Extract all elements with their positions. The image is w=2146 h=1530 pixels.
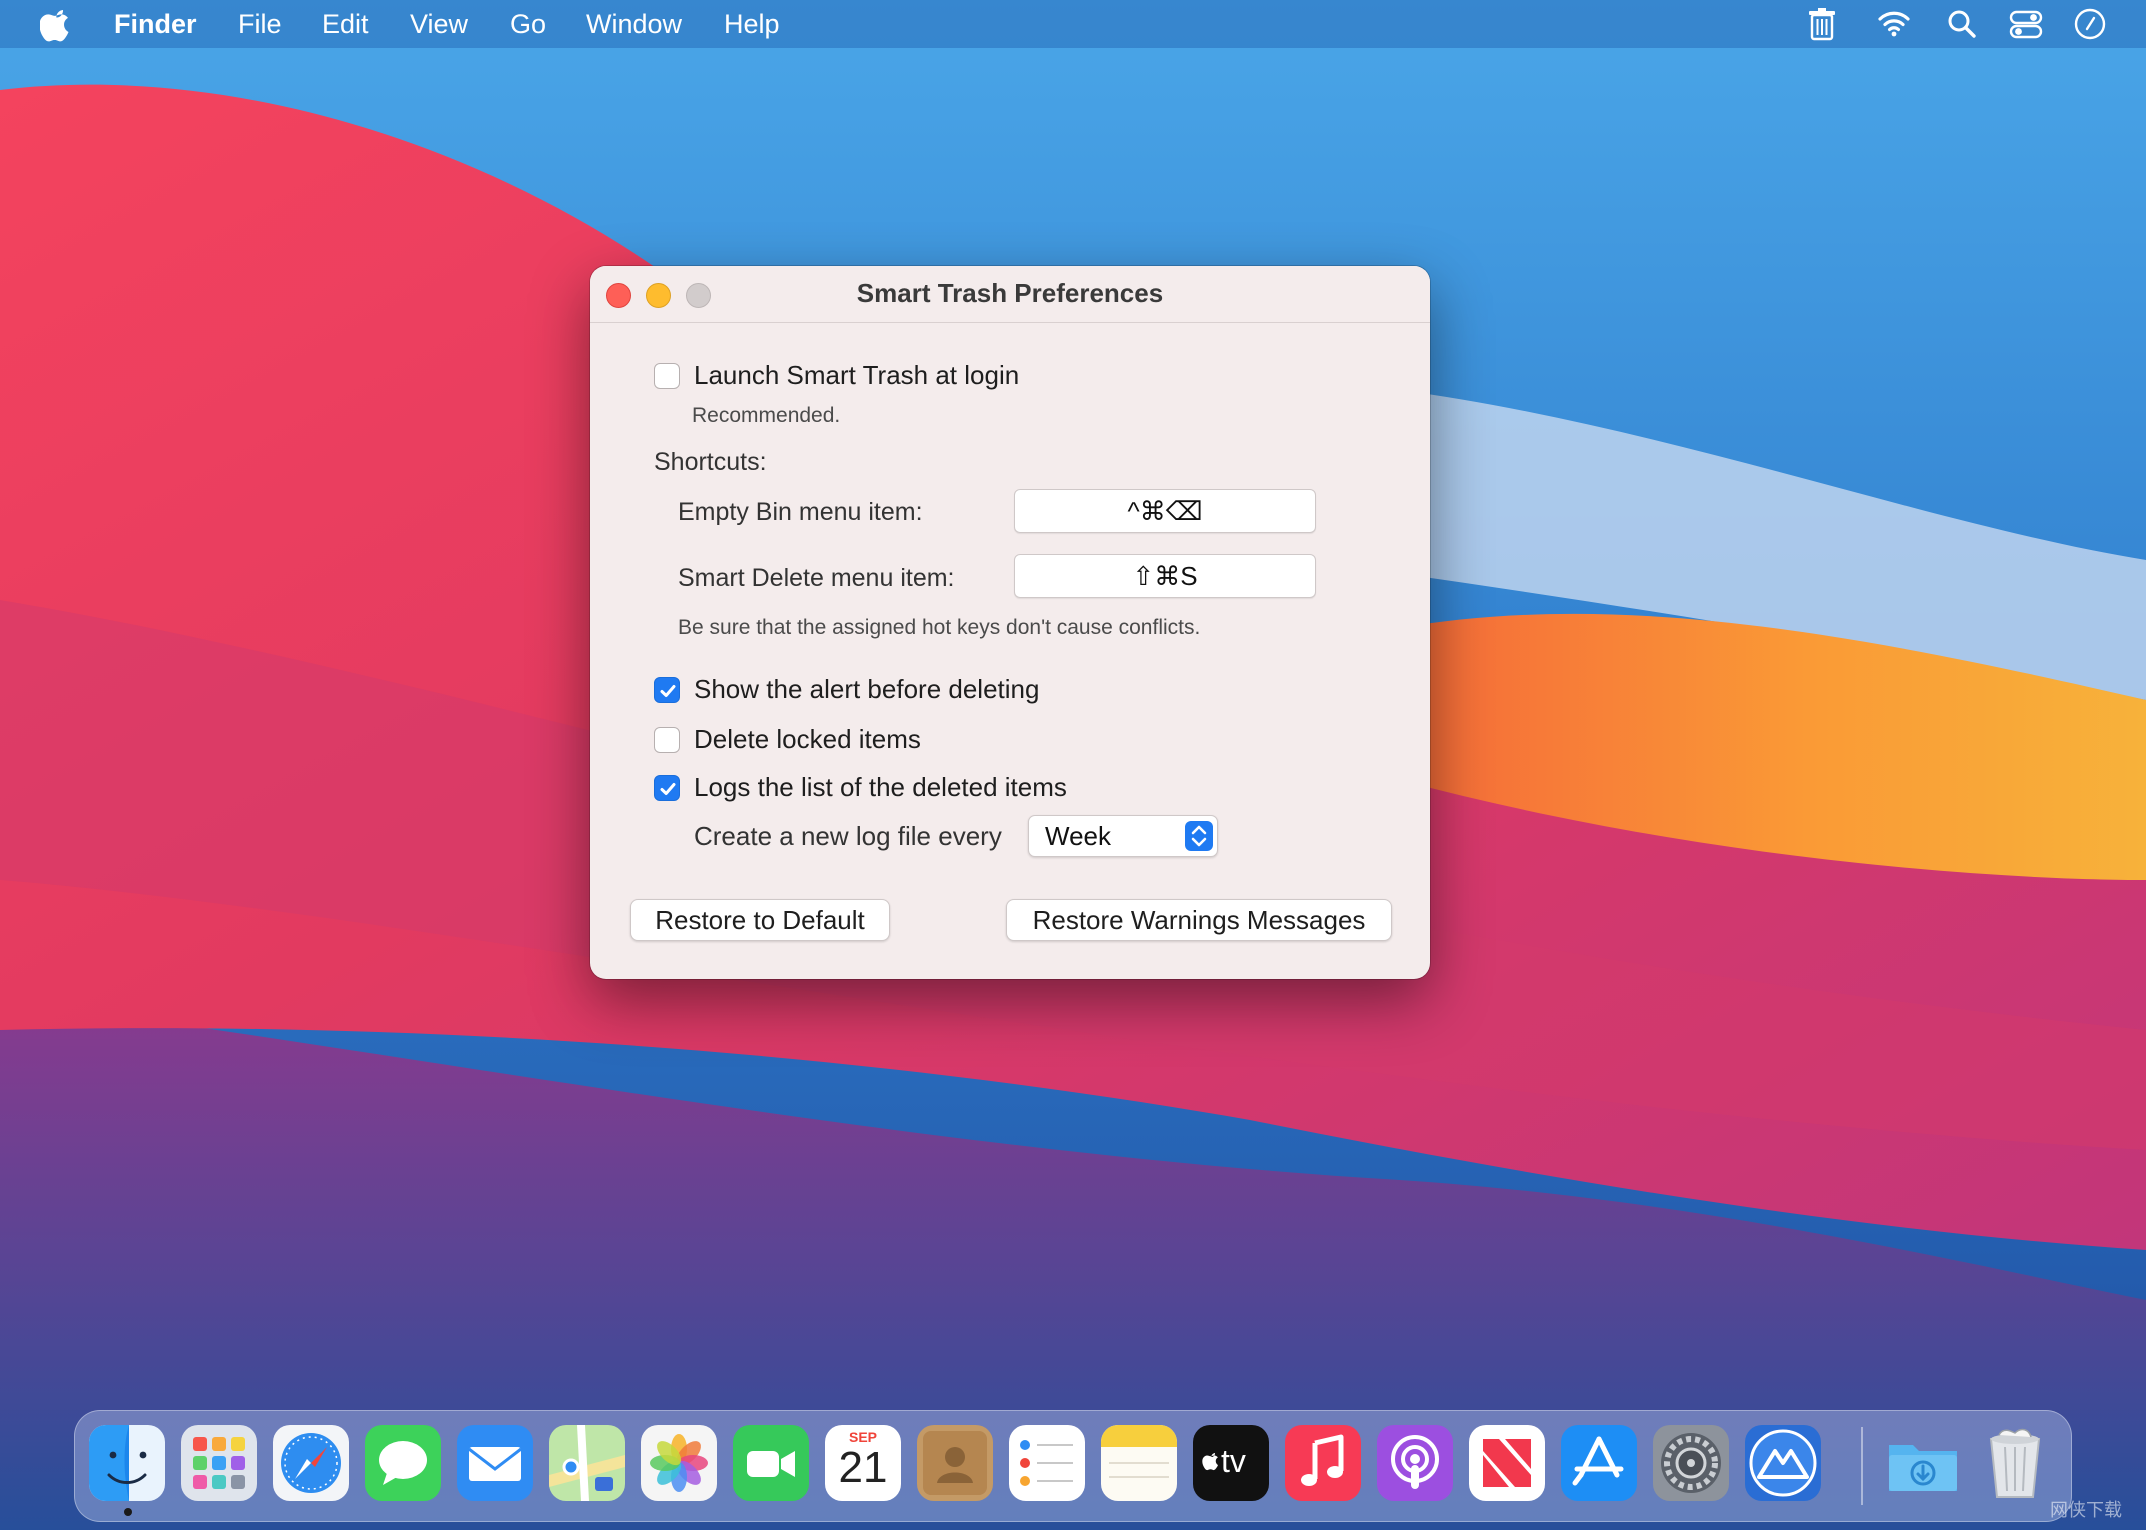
log-frequency-value: Week (1045, 821, 1111, 851)
downloads-folder-dock-icon[interactable] (1885, 1425, 1961, 1501)
watermark: 网侠下载 (2050, 1500, 2122, 1520)
facetime-dock-icon[interactable] (733, 1425, 809, 1501)
checkmark-icon (660, 685, 676, 697)
menu-window[interactable]: Window (586, 9, 682, 40)
preferences-window: Smart Trash Preferences Launch Smart Tra… (590, 266, 1430, 979)
notes-dock-icon[interactable] (1101, 1425, 1177, 1501)
music-dock-icon[interactable] (1285, 1425, 1361, 1501)
calendar-day: 21 (838, 1443, 888, 1492)
dock-separator (1861, 1427, 1863, 1505)
messages-dock-icon[interactable] (365, 1425, 441, 1501)
log-frequency-popup[interactable]: Week (1028, 815, 1218, 857)
smart-delete-shortcut-field[interactable]: ⇧⌘S (1014, 554, 1316, 598)
window-title: Smart Trash Preferences (856, 278, 1164, 308)
checkmark-icon (660, 783, 676, 795)
safari-dock-icon[interactable] (273, 1425, 349, 1501)
log-frequency-label: Create a new log file every (694, 821, 1002, 851)
restore-warnings-button[interactable]: Restore Warnings Messages (1006, 899, 1392, 941)
title-bar[interactable]: Smart Trash Preferences (590, 266, 1430, 323)
logs-label: Logs the list of the deleted items (694, 772, 1067, 802)
contacts-dock-icon[interactable] (917, 1425, 993, 1501)
mountain-app-dock-icon[interactable] (1745, 1425, 1821, 1501)
delete-locked-label: Delete locked items (694, 724, 921, 754)
menu-edit[interactable]: Edit (322, 9, 369, 40)
apple-menu-icon[interactable] (40, 6, 74, 42)
running-indicator (124, 1508, 132, 1516)
popup-arrows-icon (1185, 821, 1213, 851)
shortcuts-heading: Shortcuts: (654, 448, 767, 476)
apple-tv-label: tv (1221, 1443, 1246, 1479)
apple-tv-dock-icon[interactable]: tv (1193, 1425, 1269, 1501)
reminders-dock-icon[interactable] (1009, 1425, 1085, 1501)
show-alert-checkbox[interactable] (654, 677, 680, 703)
menu-bar: Finder File Edit View Go Window Help (0, 0, 2146, 48)
app-store-dock-icon[interactable] (1561, 1425, 1637, 1501)
calendar-dock-icon[interactable]: SEP 21 (825, 1425, 901, 1501)
logs-checkbox[interactable] (654, 775, 680, 801)
empty-bin-label: Empty Bin menu item: (678, 498, 923, 526)
siri-clock-icon[interactable] (2072, 6, 2108, 42)
dock: SEP 21 tv (74, 1410, 2072, 1522)
recommended-note: Recommended. (692, 404, 841, 427)
system-preferences-dock-icon[interactable] (1653, 1425, 1729, 1501)
hotkey-conflict-hint: Be sure that the assigned hot keys don't… (678, 616, 1201, 639)
empty-bin-shortcut-field[interactable]: ^⌘⌫ (1014, 489, 1316, 533)
mail-dock-icon[interactable] (457, 1425, 533, 1501)
control-center-icon[interactable] (2008, 6, 2044, 42)
menu-finder[interactable]: Finder (114, 9, 197, 40)
news-dock-icon[interactable] (1469, 1425, 1545, 1501)
photos-dock-icon[interactable] (641, 1425, 717, 1501)
menu-go[interactable]: Go (510, 9, 546, 40)
launch-at-login-checkbox[interactable] (654, 363, 680, 389)
wifi-icon[interactable] (1876, 6, 1912, 42)
show-alert-label: Show the alert before deleting (694, 674, 1040, 704)
maps-dock-icon[interactable] (549, 1425, 625, 1501)
menu-help[interactable]: Help (724, 9, 780, 40)
menu-view[interactable]: View (410, 9, 468, 40)
trash-menu-extra-icon[interactable] (1804, 6, 1840, 42)
podcasts-dock-icon[interactable] (1377, 1425, 1453, 1501)
smart-delete-label: Smart Delete menu item: (678, 564, 955, 592)
spotlight-search-icon[interactable] (1944, 6, 1980, 42)
menu-file[interactable]: File (238, 9, 282, 40)
restore-default-button[interactable]: Restore to Default (630, 899, 890, 941)
trash-dock-icon[interactable] (1977, 1425, 2053, 1501)
delete-locked-checkbox[interactable] (654, 727, 680, 753)
launch-at-login-label: Launch Smart Trash at login (694, 360, 1020, 390)
launchpad-dock-icon[interactable] (181, 1425, 257, 1501)
finder-dock-icon[interactable] (89, 1425, 165, 1501)
